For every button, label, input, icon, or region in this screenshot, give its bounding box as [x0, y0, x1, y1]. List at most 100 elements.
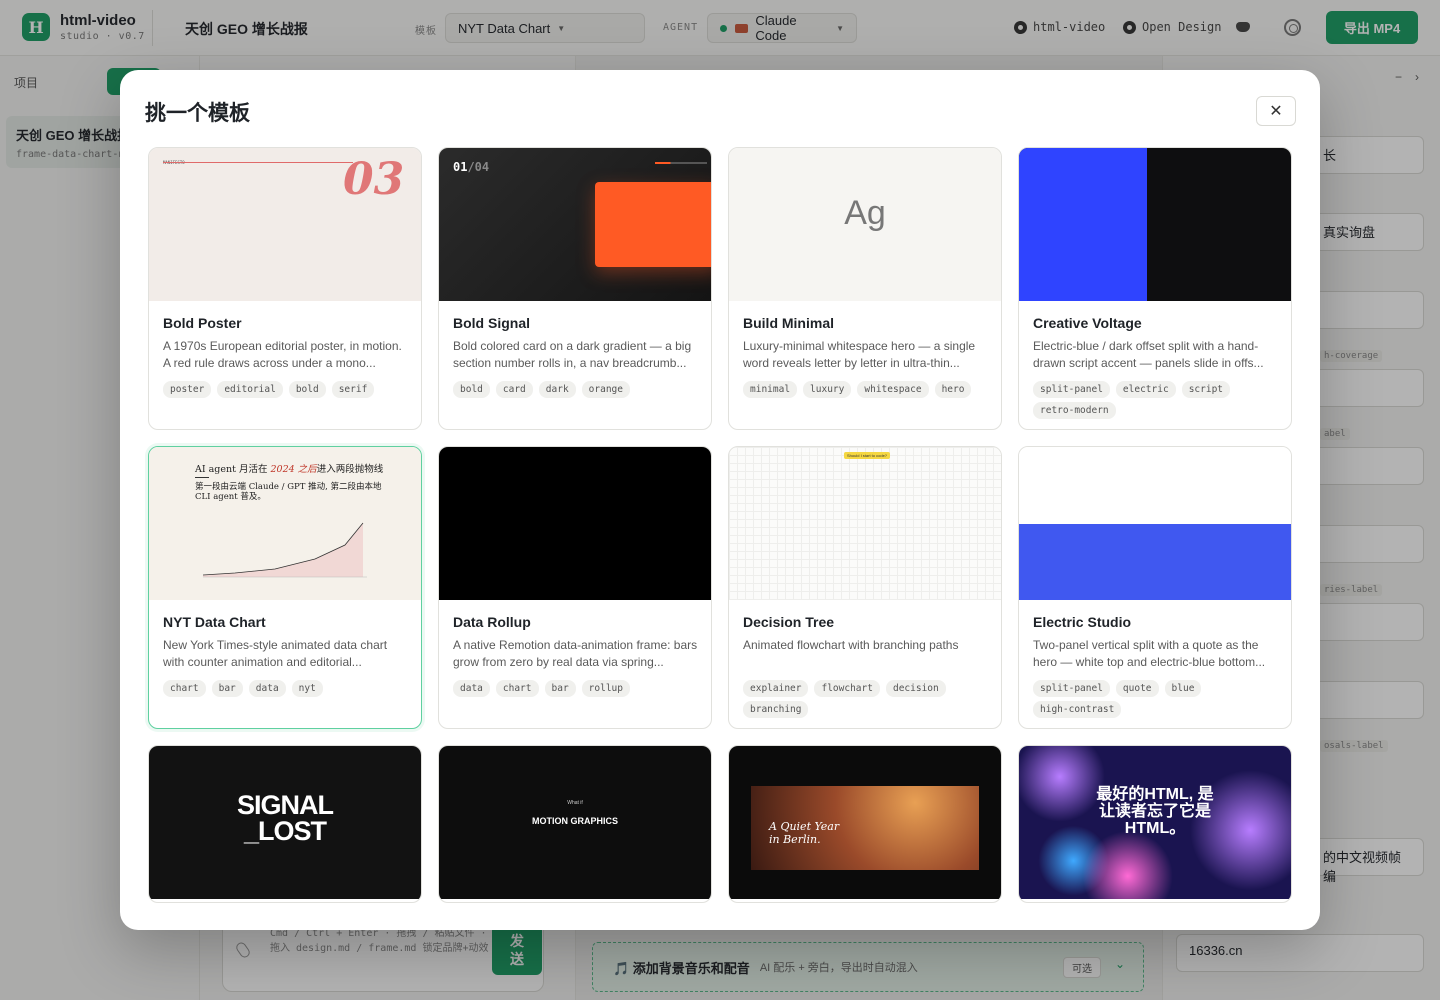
template-tag: bold — [453, 381, 490, 398]
template-card-creative-voltage[interactable]: Creative Voltage Electric-blue / dark of… — [1018, 147, 1292, 430]
template-picker-modal: 挑一个模板 ✕ MANIFESTO 03 Bold Poster A 1970s… — [120, 70, 1320, 930]
template-thumbnail: SIGNAL _LOST — [149, 746, 421, 899]
template-tag: chart — [495, 680, 539, 697]
template-name: Decision Tree — [743, 614, 835, 630]
close-icon: ✕ — [1269, 103, 1283, 120]
close-button[interactable]: ✕ — [1256, 96, 1296, 126]
template-tag: retro-modern — [1033, 402, 1116, 419]
template-thumbnail: 01/04 — [439, 148, 711, 301]
template-tag: quote — [1115, 680, 1159, 697]
template-card-signal-lost[interactable]: SIGNAL _LOST — [148, 745, 422, 903]
template-thumbnail — [1019, 148, 1291, 301]
template-thumbnail: Should I start to code? — [729, 447, 1001, 600]
thumb-number: 01/04 — [453, 160, 490, 174]
template-card-nyt-data-chart[interactable]: AI agent 月活在 2024 之后进入两段抛物线 第一段由云端 Claud… — [148, 446, 422, 729]
template-tag: bar — [544, 680, 576, 697]
thumb-word: Ag — [844, 194, 886, 232]
template-description: Animated flowchart with branching paths — [743, 638, 959, 652]
template-thumbnail: A Quiet Year in Berlin. — [729, 746, 1001, 899]
template-tags: bold card dark orange — [453, 381, 701, 398]
template-tag: luxury — [803, 381, 852, 398]
template-tag: card — [495, 381, 533, 398]
template-tag: bar — [211, 680, 243, 697]
template-description: A native Remotion data-animation frame: … — [453, 638, 698, 669]
template-card-best-html[interactable]: 最好的HTML, 是 让读者忘了它是 HTML。 — [1018, 745, 1292, 903]
template-tags: explainer flowchart decision branching — [743, 680, 991, 718]
template-tag: editorial — [217, 381, 283, 398]
thumb-question: Should I start to code? — [844, 452, 891, 459]
template-tag: decision — [885, 680, 946, 697]
nav-breadcrumb — [655, 162, 707, 164]
thumb-kicker: What if — [567, 800, 583, 806]
thumb-title: SIGNAL _LOST — [236, 790, 334, 846]
template-description: A 1970s European editorial poster, in mo… — [163, 339, 402, 370]
blue-panel — [1019, 148, 1147, 301]
template-thumbnail: AI agent 月活在 2024 之后进入两段抛物线 第一段由云端 Claud… — [149, 447, 421, 600]
thumb-headline: AI agent 月活在 2024 之后进入两段抛物线 — [195, 464, 384, 475]
template-tag: electric — [1115, 381, 1176, 398]
template-tags: data chart bar rollup — [453, 680, 701, 697]
template-description: Luxury-minimal whitespace hero — a singl… — [743, 339, 976, 370]
template-tags: split-panel quote blue high-contrast — [1033, 680, 1281, 718]
template-card-data-rollup[interactable]: Data Rollup A native Remotion data-anima… — [438, 446, 712, 729]
template-thumbnail: Ag — [729, 148, 1001, 301]
template-name: Build Minimal — [743, 315, 834, 331]
template-name: NYT Data Chart — [163, 614, 266, 630]
thumb-title: A Quiet Year in Berlin. — [769, 820, 840, 846]
template-thumbnail — [1019, 447, 1291, 600]
template-tag: high-contrast — [1033, 701, 1122, 718]
template-card-decision-tree[interactable]: Should I start to code? Decision Tree An… — [728, 446, 1002, 729]
template-tags: poster editorial bold serif — [163, 381, 411, 398]
thumb-chart — [202, 522, 367, 578]
template-name: Data Rollup — [453, 614, 531, 630]
template-card-quiet-year[interactable]: A Quiet Year in Berlin. — [728, 745, 1002, 903]
template-name: Bold Signal — [453, 315, 530, 331]
template-description: New York Times-style animated data chart… — [163, 638, 388, 669]
template-tag: hero — [934, 381, 972, 398]
template-tag: script — [1181, 381, 1231, 398]
template-thumbnail: MANIFESTO 03 — [149, 148, 421, 301]
template-tag: bold — [288, 381, 326, 398]
thumb-title: 最好的HTML, 是 让读者忘了它是 HTML。 — [1096, 786, 1214, 837]
template-card-motion-graphics[interactable]: What if MOTION GRAPHICS — [438, 745, 712, 903]
template-name: Bold Poster — [163, 315, 242, 331]
template-tag: serif — [331, 381, 375, 398]
thumb-number: 03 — [343, 154, 405, 205]
template-tags: minimal luxury whitespace hero — [743, 381, 991, 398]
template-tag: dark — [538, 381, 576, 398]
template-tag: orange — [581, 381, 630, 398]
template-name: Creative Voltage — [1033, 315, 1142, 331]
template-card-build-minimal[interactable]: Ag Build Minimal Luxury-minimal whitespa… — [728, 147, 1002, 430]
template-tags: chart bar data nyt — [163, 680, 411, 697]
blue-panel — [1019, 524, 1291, 600]
template-description: Electric-blue / dark offset split with a… — [1033, 339, 1264, 370]
template-tag: split-panel — [1033, 381, 1110, 398]
template-description: Two-panel vertical split with a quote as… — [1033, 638, 1266, 669]
template-tag: rollup — [581, 680, 630, 697]
rule — [195, 477, 209, 478]
template-tag: minimal — [743, 381, 798, 398]
template-thumbnail: What if MOTION GRAPHICS — [439, 746, 711, 899]
template-tag: blue — [1164, 680, 1202, 697]
template-tags: split-panel electric script retro-modern — [1033, 381, 1281, 419]
template-tag: poster — [163, 381, 212, 398]
red-rule — [163, 162, 353, 163]
thumb-subhead: 第一段由云端 Claude / GPT 推动, 第二段由本地 CLI agent… — [195, 482, 382, 502]
template-tag: nyt — [291, 680, 323, 697]
template-tag: data — [453, 680, 490, 697]
thumb-title: MOTION GRAPHICS — [531, 816, 618, 826]
modal-title: 挑一个模板 — [145, 102, 250, 125]
template-tag: whitespace — [857, 381, 929, 398]
template-tag: explainer — [743, 680, 809, 697]
orange-card — [595, 182, 711, 267]
template-card-electric-studio[interactable]: Electric Studio Two-panel vertical split… — [1018, 446, 1292, 729]
template-thumbnail: 最好的HTML, 是 让读者忘了它是 HTML。 — [1019, 746, 1291, 899]
template-tag: branching — [743, 701, 809, 718]
template-tag: flowchart — [814, 680, 880, 697]
chart-area — [203, 523, 363, 577]
template-tag: chart — [163, 680, 206, 697]
template-card-bold-poster[interactable]: MANIFESTO 03 Bold Poster A 1970s Europea… — [148, 147, 422, 430]
template-card-bold-signal[interactable]: 01/04 Bold Signal Bold colored card on a… — [438, 147, 712, 430]
template-tag: split-panel — [1033, 680, 1110, 697]
template-thumbnail — [439, 447, 711, 600]
